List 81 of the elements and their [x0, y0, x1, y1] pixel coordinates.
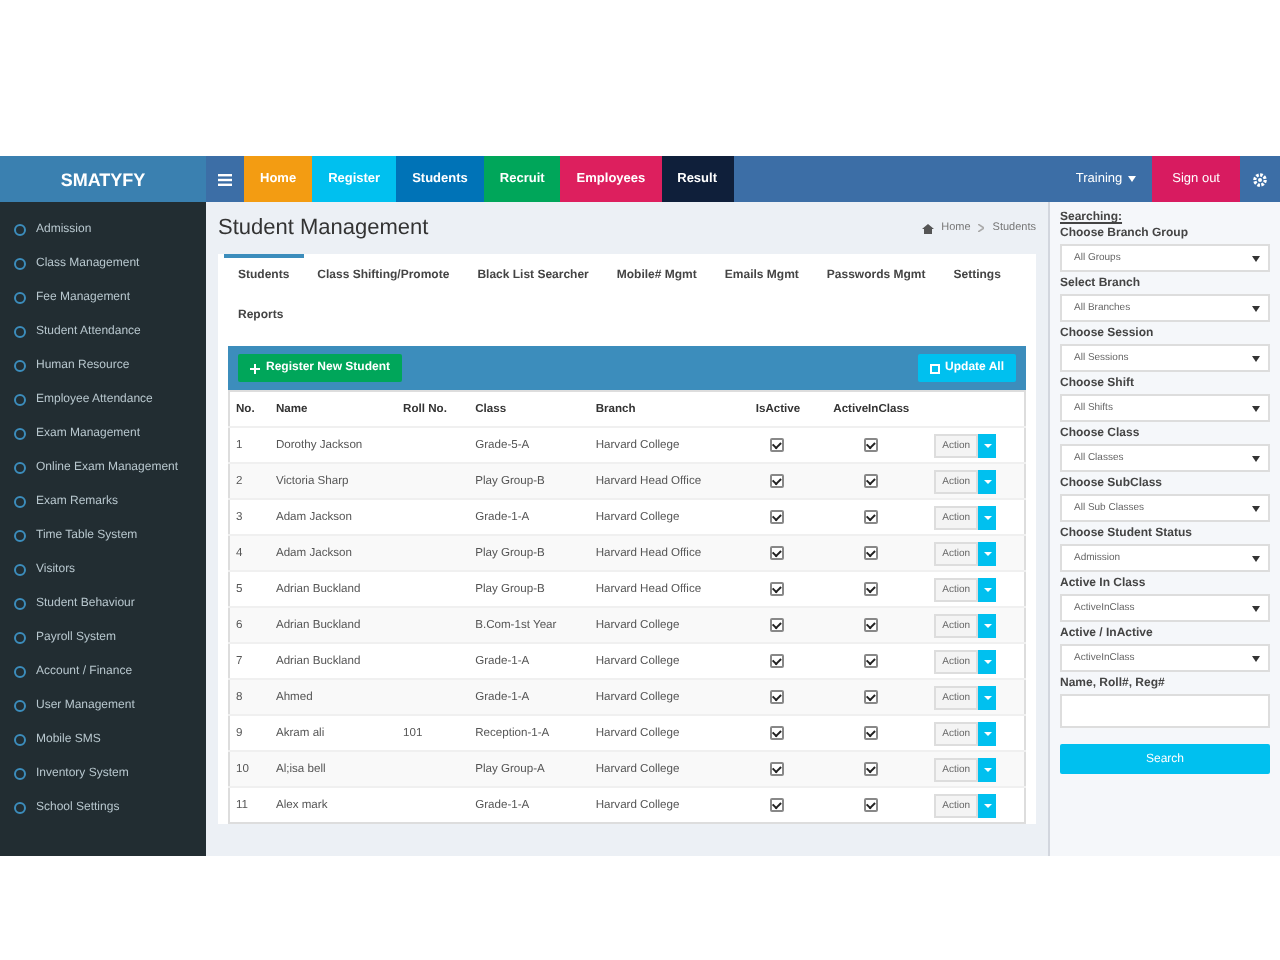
dropdown-toggle[interactable]: [978, 505, 997, 529]
checkbox[interactable]: [864, 545, 879, 560]
caret-icon: [1252, 605, 1260, 611]
circle-icon: [14, 427, 26, 439]
circle-icon: [14, 767, 26, 779]
caret-icon: [1252, 405, 1260, 411]
checkbox[interactable]: [864, 797, 879, 812]
dropdown-toggle[interactable]: [978, 793, 997, 817]
checkbox[interactable]: [864, 761, 879, 776]
caret-icon: [983, 515, 992, 519]
circle-icon: [14, 359, 26, 371]
dropdown-toggle[interactable]: [978, 469, 997, 493]
chevron-icon: [978, 224, 985, 232]
dropdown-toggle[interactable]: [978, 685, 997, 709]
checkbox[interactable]: [770, 509, 785, 524]
circle-icon: [14, 801, 26, 813]
caret-icon: [983, 551, 992, 555]
checkbox[interactable]: [770, 473, 785, 488]
circle-icon: [14, 529, 26, 541]
checkbox[interactable]: [770, 761, 785, 776]
circle-icon: [14, 257, 26, 269]
checkbox[interactable]: [864, 581, 879, 596]
checkbox[interactable]: [770, 725, 785, 740]
caret-icon: [1252, 305, 1260, 311]
caret-icon: [1252, 655, 1260, 661]
circle-icon: [14, 631, 26, 643]
caret-icon: [983, 623, 992, 627]
checkbox[interactable]: [770, 437, 785, 452]
caret-icon: [983, 479, 992, 483]
dropdown-toggle[interactable]: [978, 649, 997, 673]
caret-icon: [983, 695, 992, 699]
dropdown-toggle[interactable]: [978, 541, 997, 565]
checkbox[interactable]: [770, 797, 785, 812]
edit-icon: [929, 363, 940, 373]
caret-icon: [983, 767, 992, 771]
caret-icon: [983, 587, 992, 591]
circle-icon: [14, 665, 26, 677]
circle-icon: [14, 495, 26, 507]
checkbox[interactable]: [770, 545, 785, 560]
page-title: Student Management: [218, 216, 429, 240]
circle-icon: [14, 223, 26, 235]
caret-icon: [1128, 176, 1137, 182]
checkbox[interactable]: [864, 437, 879, 452]
caret-icon: [983, 731, 992, 735]
plus-icon: [250, 363, 260, 373]
caret-icon: [983, 443, 992, 447]
caret-icon: [1252, 255, 1260, 261]
caret-icon: [1252, 555, 1260, 561]
checkbox[interactable]: [864, 509, 879, 524]
input-field[interactable]: [1060, 694, 1270, 728]
checkbox[interactable]: [864, 725, 879, 740]
circle-icon: [14, 393, 26, 405]
circle-icon: [14, 597, 26, 609]
dropdown-toggle[interactable]: [978, 577, 997, 601]
menu-icon[interactable]: [218, 173, 232, 185]
app-logo: SMATYFY: [0, 156, 206, 202]
home-icon: [921, 223, 934, 233]
checkbox[interactable]: [770, 581, 785, 596]
caret-icon: [1252, 455, 1260, 461]
checkbox[interactable]: [770, 689, 785, 704]
circle-icon: [14, 563, 26, 575]
dropdown-toggle[interactable]: [978, 613, 997, 637]
dropdown-toggle[interactable]: [978, 757, 997, 781]
circle-icon: [14, 461, 26, 473]
checkbox[interactable]: [864, 653, 879, 668]
circle-icon: [14, 733, 26, 745]
checkbox[interactable]: [864, 689, 879, 704]
caret-icon: [1252, 355, 1260, 361]
circle-icon: [14, 699, 26, 711]
circle-icon: [14, 291, 26, 303]
caret-icon: [983, 803, 992, 807]
settings-icon[interactable]: [1252, 171, 1268, 187]
checkbox[interactable]: [770, 653, 785, 668]
dropdown-toggle[interactable]: [978, 721, 997, 745]
checkbox[interactable]: [864, 473, 879, 488]
checkbox[interactable]: [864, 617, 879, 632]
checkbox[interactable]: [770, 617, 785, 632]
caret-icon: [1252, 505, 1260, 511]
caret-icon: [983, 659, 992, 663]
circle-icon: [14, 325, 26, 337]
dropdown-toggle[interactable]: [978, 433, 997, 457]
